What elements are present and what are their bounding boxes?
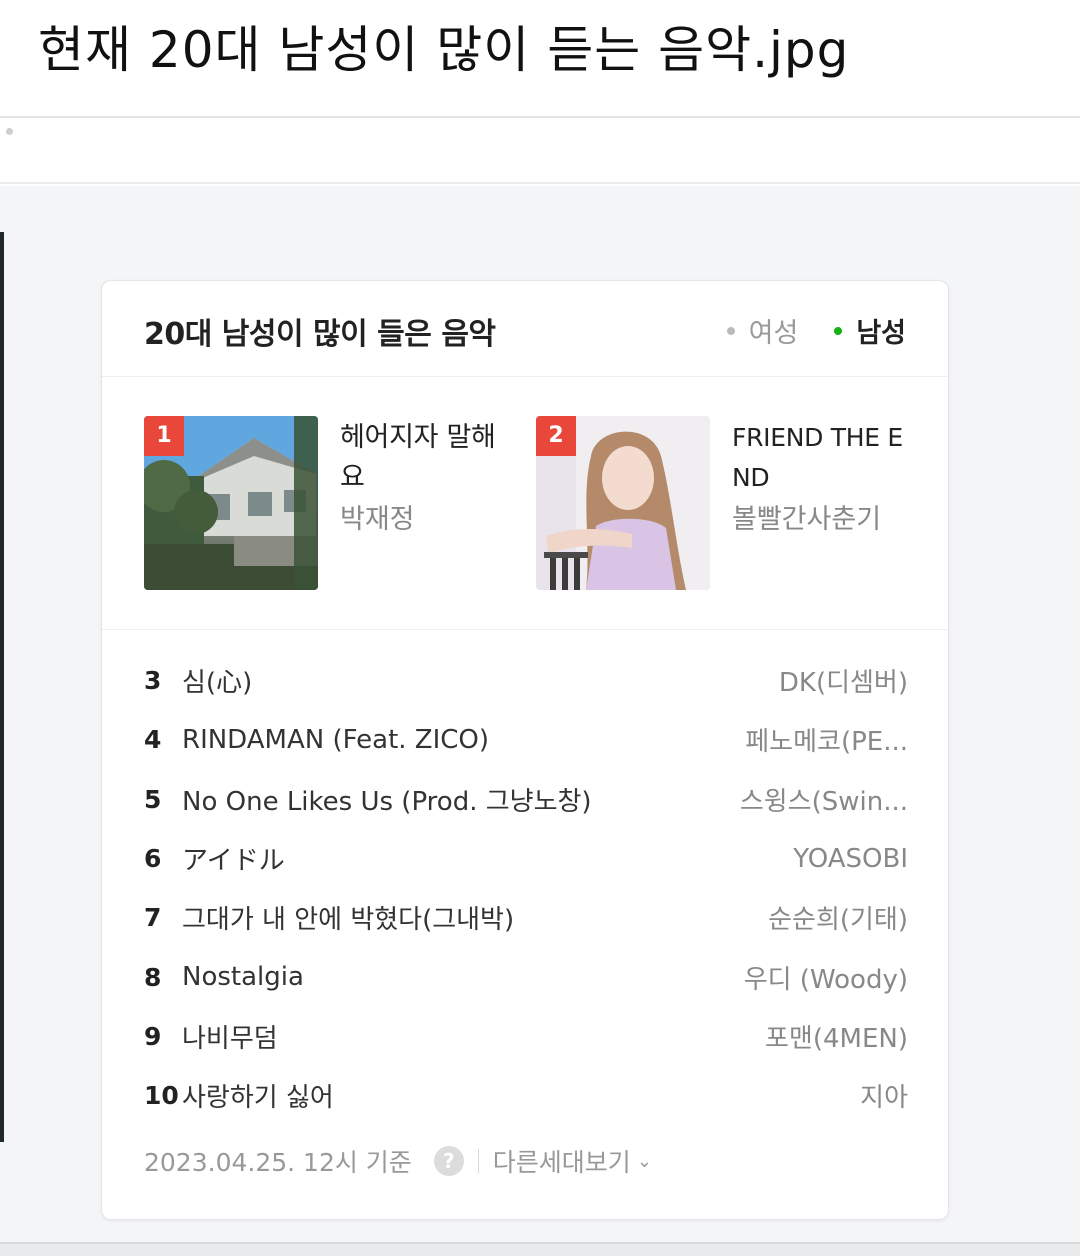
gender-label: 남성 <box>856 318 906 349</box>
song-title[interactable]: FRIEND THE END <box>732 418 910 498</box>
top-item-1[interactable]: 1 헤어지자 말해요 박재정 <box>144 416 518 590</box>
gender-option-female[interactable]: 여성 <box>726 311 799 350</box>
bullet-icon <box>834 326 843 335</box>
card-header: 20대 남성이 많이 들은 음악 여성 남성 <box>102 281 948 377</box>
chart-title: 20대 남성이 많이 들은 음악 <box>144 317 496 352</box>
other-generation-button[interactable]: 다른세대보기 ⌄ <box>493 1143 652 1179</box>
song-artist[interactable]: 우디 (Woody) <box>744 959 908 996</box>
rank-number: 5 <box>144 784 162 814</box>
song-title[interactable]: 심(心) <box>182 662 252 699</box>
gender-toggle: 여성 남성 <box>726 311 906 350</box>
song-title[interactable]: 헤어지자 말해요 <box>340 418 518 498</box>
song-title[interactable]: 그대가 내 안에 박혔다(그내박) <box>182 899 514 936</box>
top-item-info: FRIEND THE END 볼빨간사춘기 <box>732 416 910 590</box>
song-artist[interactable]: 박재정 <box>340 500 518 540</box>
song-artist[interactable]: DK(디셈버) <box>779 662 908 699</box>
song-title[interactable]: Nostalgia <box>182 962 304 992</box>
song-title[interactable]: No One Likes Us (Prod. 그냥노창) <box>182 781 592 818</box>
song-artist[interactable]: 스윙스(Swin... <box>740 781 908 818</box>
top-item-2[interactable]: 2 FRIEND THE END 볼빨간사춘기 <box>536 416 910 590</box>
song-title[interactable]: RINDAMAN (Feat. ZICO) <box>182 725 489 755</box>
list-item[interactable]: 5 No One Likes Us (Prod. 그냥노창) 스윙스(Swin.… <box>144 770 908 829</box>
meme-caption-bar: 현재 20대 남성이 많이 듣는 음악.jpg <box>0 0 1080 118</box>
song-title[interactable]: 사랑하기 싫어 <box>182 1077 334 1114</box>
rank-badge: 2 <box>536 416 576 456</box>
rank-number: 8 <box>144 962 162 992</box>
song-artist[interactable]: YOASOBI <box>793 844 908 874</box>
chevron-down-icon: ⌄ <box>636 1150 652 1172</box>
rank-number: 4 <box>144 725 162 755</box>
gender-label: 여성 <box>748 318 799 349</box>
browser-strip <box>0 120 1080 184</box>
chart-list: 3 심(心) DK(디셈버) 4 RINDAMAN (Feat. ZICO) 페… <box>144 651 908 1125</box>
song-artist[interactable]: 포맨(4MEN) <box>765 1018 908 1055</box>
song-title[interactable]: アイドル <box>182 840 285 877</box>
left-edge-panel <box>0 232 4 1142</box>
list-item[interactable]: 4 RINDAMAN (Feat. ZICO) 페노메코(PE... <box>144 710 908 769</box>
song-artist[interactable]: 순순희(기태) <box>768 899 908 936</box>
top-two-section: 1 헤어지자 말해요 박재정 2 FRIEND THE END 볼빨간사춘기 <box>102 378 948 630</box>
top-item-info: 헤어지자 말해요 박재정 <box>340 416 518 590</box>
gender-option-male[interactable]: 남성 <box>834 311 906 350</box>
song-artist[interactable]: 지아 <box>860 1077 908 1114</box>
strip-dot <box>6 128 13 135</box>
timestamp: 2023.04.25. 12시 기준 <box>144 1148 412 1177</box>
song-artist[interactable]: 페노메코(PE... <box>745 721 908 758</box>
rank-number: 6 <box>144 844 162 874</box>
help-icon[interactable]: ? <box>433 1146 464 1176</box>
rank-number: 10 <box>144 1081 179 1111</box>
list-item[interactable]: 7 그대가 내 안에 박혔다(그내박) 순순희(기태) <box>144 888 908 947</box>
rank-number: 7 <box>144 903 162 933</box>
rank-number: 3 <box>144 666 162 696</box>
song-title[interactable]: 나비무덤 <box>182 1018 278 1055</box>
album-cover-house-icon[interactable]: 1 <box>144 416 318 590</box>
song-artist[interactable]: 볼빨간사춘기 <box>732 500 910 540</box>
list-item[interactable]: 3 심(心) DK(디셈버) <box>144 651 908 710</box>
list-item[interactable]: 9 나비무덤 포맨(4MEN) <box>144 1007 908 1066</box>
rank-badge: 1 <box>144 416 184 456</box>
chart-footer: 2023.04.25. 12시 기준 ? 다른세대보기 ⌄ <box>144 1143 652 1179</box>
other-generation-label: 다른세대보기 <box>492 1148 631 1177</box>
album-cover-portrait-icon[interactable]: 2 <box>536 416 710 590</box>
bullet-icon <box>726 326 735 335</box>
rank-number: 9 <box>144 1021 162 1051</box>
list-item[interactable]: 6 アイドル YOASOBI <box>144 829 908 888</box>
list-item[interactable]: 8 Nostalgia 우디 (Woody) <box>144 947 908 1006</box>
music-chart-card: 20대 남성이 많이 들은 음악 여성 남성 1 헤어지자 말해요 박재정 2 … <box>101 280 949 1220</box>
divider <box>477 1149 479 1173</box>
bottom-divider <box>0 1242 1080 1256</box>
meme-caption: 현재 20대 남성이 많이 듣는 음악.jpg <box>38 21 850 79</box>
list-item[interactable]: 10 사랑하기 싫어 지아 <box>144 1066 908 1125</box>
